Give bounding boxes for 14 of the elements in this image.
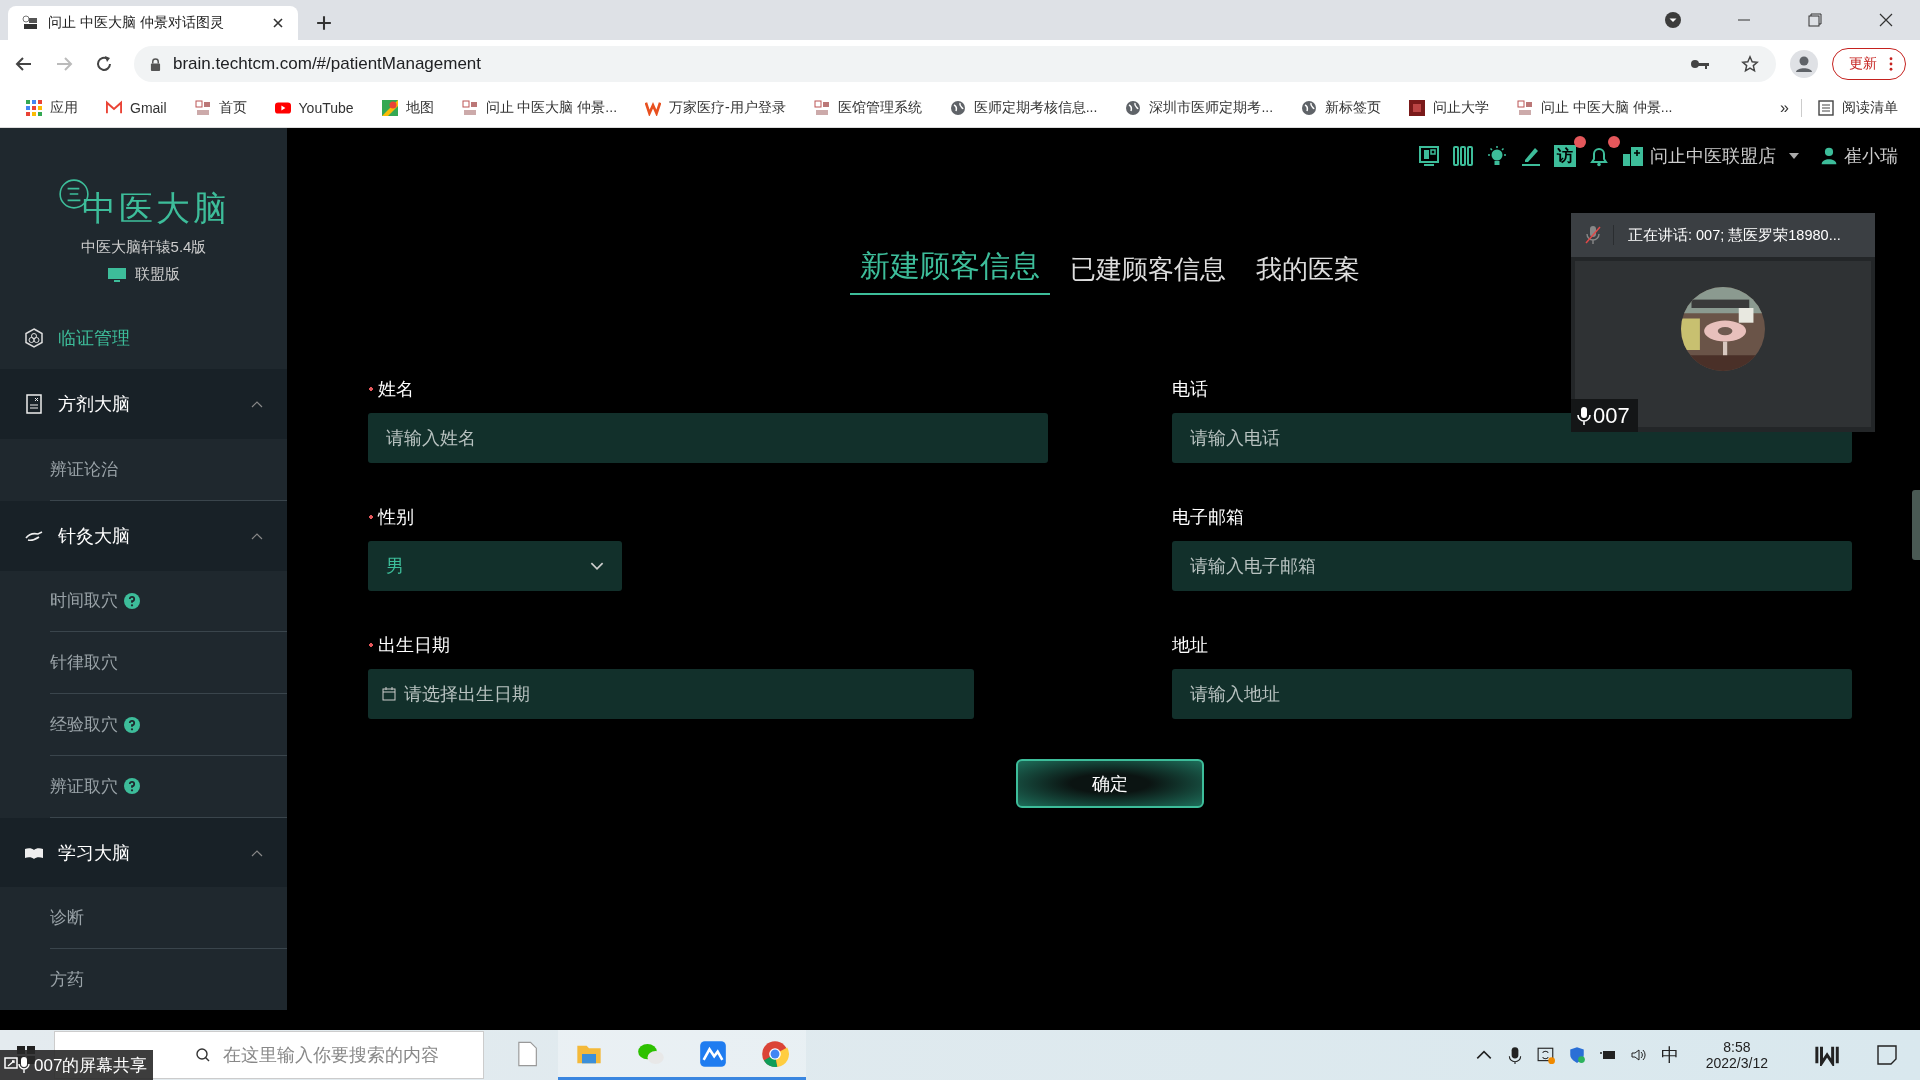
tab-title: 问止 中医大脑 仲景对话图灵 <box>48 14 225 32</box>
edition-text: 联盟版 <box>135 265 180 284</box>
field-label: 地址 <box>1172 634 1208 657</box>
version-text: 中医大脑轩辕5.4版 <box>80 238 207 257</box>
field-label: 性别 <box>378 506 414 529</box>
participant-label: 007 <box>1571 399 1638 432</box>
field-label: 电子邮箱 <box>1172 506 1244 529</box>
screen-share-toast: 007的屏幕共享 <box>0 1050 154 1080</box>
field-label: 出生日期 <box>378 634 450 657</box>
field-label: 电话 <box>1172 378 1208 401</box>
url-text: brain.techtcm.com/#/patientManagement <box>173 54 482 74</box>
logo-text: 中医大脑 <box>81 187 230 230</box>
field-label: 姓名 <box>378 378 414 401</box>
speaking-status: 正在讲话: 007; 慧医罗荣18980... <box>1628 225 1841 245</box>
